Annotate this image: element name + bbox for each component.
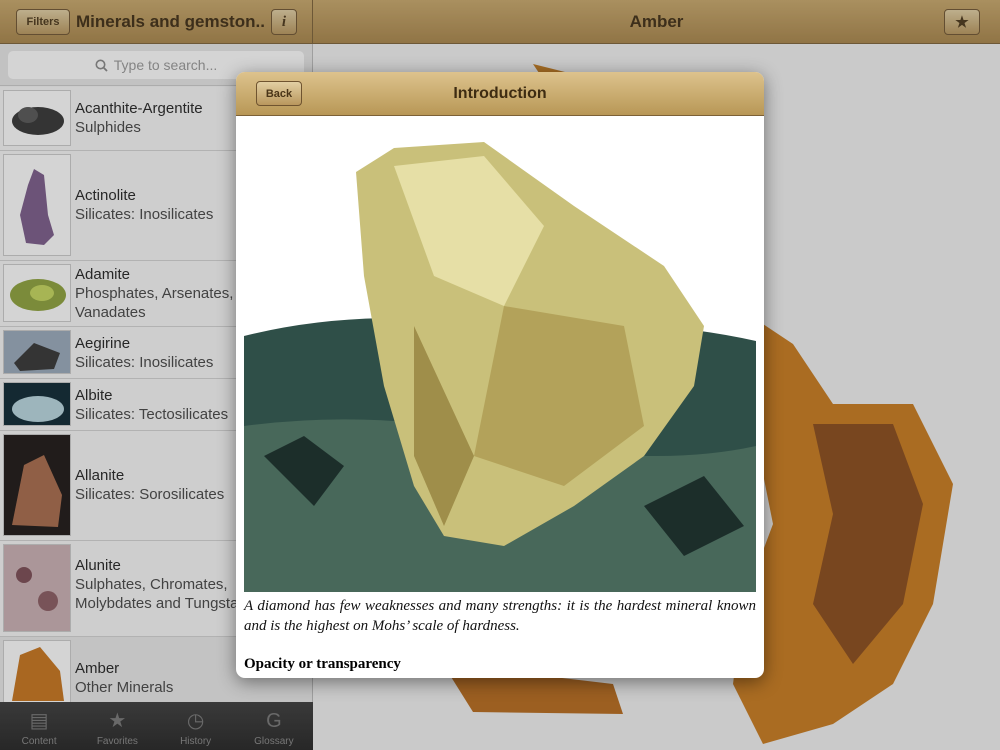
introduction-popover: Back Introduction A diamond has few weak…: [236, 72, 764, 678]
section-heading: Opacity or transparency: [244, 656, 401, 672]
photo-caption: A diamond has few weaknesses and many st…: [244, 598, 756, 634]
diamond-photo: [244, 126, 756, 592]
popover-title: Introduction: [453, 85, 547, 102]
popover-header: Back Introduction: [236, 72, 764, 116]
